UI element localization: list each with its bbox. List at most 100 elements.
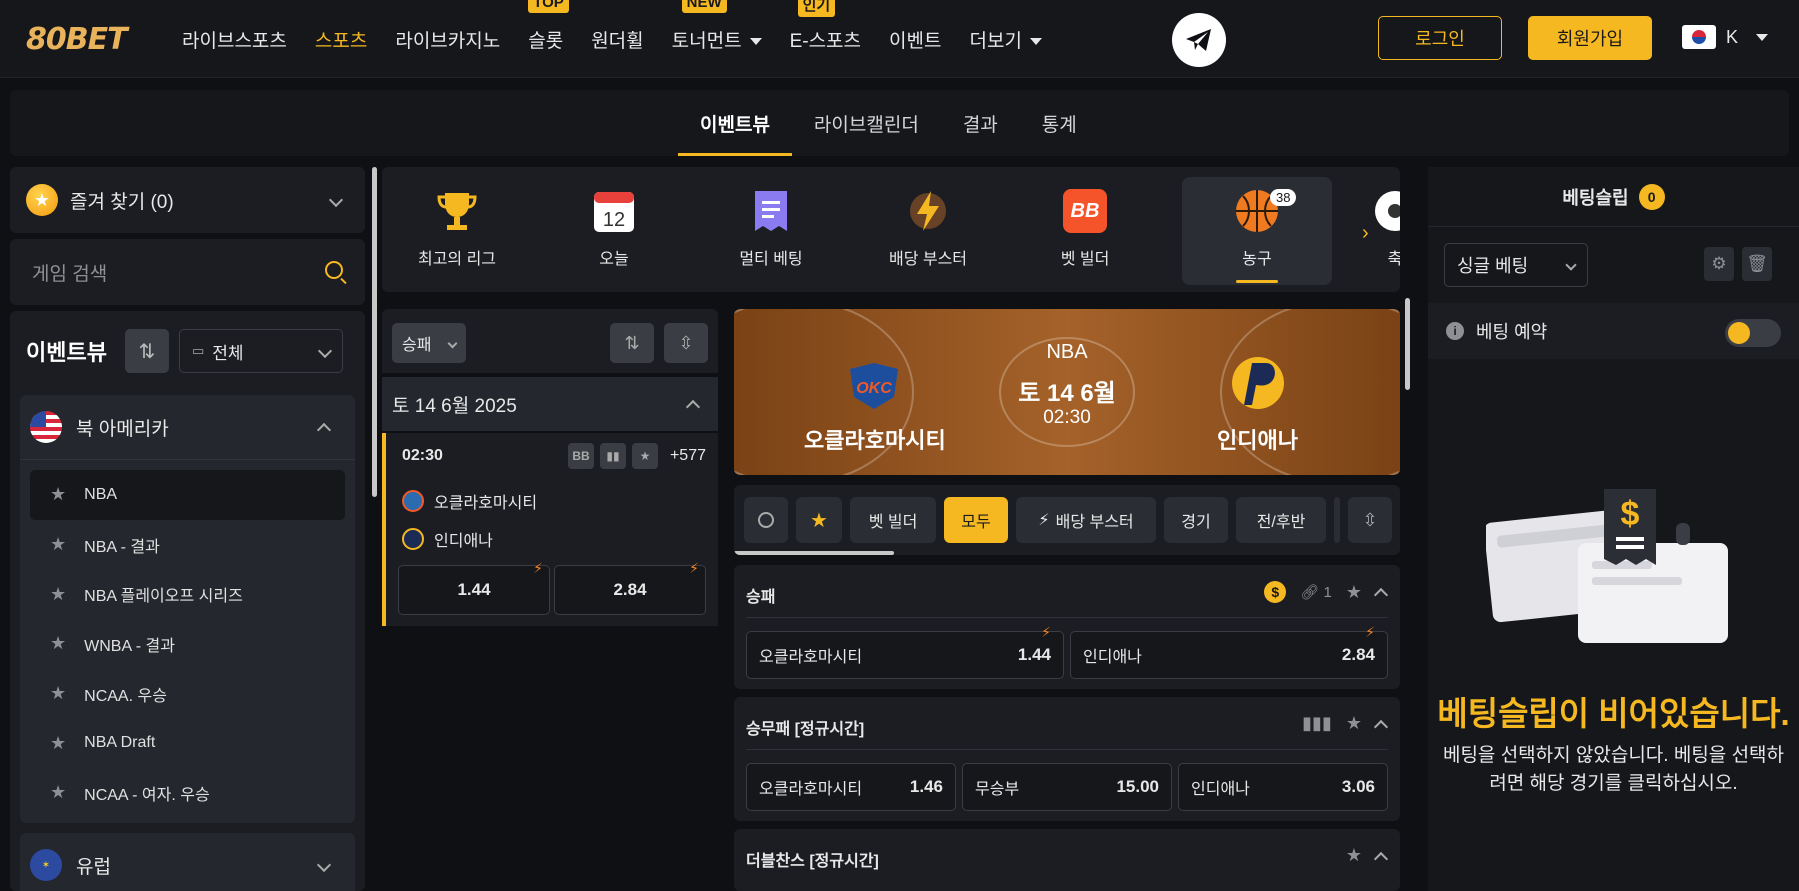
- selection-away[interactable]: 인디애나 2.84 ⚡: [1070, 624, 1388, 679]
- collapse-all-icon[interactable]: ⇳: [1348, 497, 1392, 543]
- sport-basketball[interactable]: 38 농구: [1182, 177, 1332, 285]
- sport-top-leagues[interactable]: 최고의 리그: [382, 177, 532, 285]
- site-logo[interactable]: 80BET: [26, 22, 128, 57]
- stats-icon[interactable]: ▮▮: [600, 443, 626, 469]
- selection-odds: 2.84: [1341, 645, 1375, 664]
- language-selector[interactable]: K: [1682, 25, 1769, 49]
- league-item[interactable]: ★ NBA - 결과: [30, 520, 345, 570]
- date-group-header[interactable]: 토 14 6월 2025: [382, 377, 718, 431]
- game-search-input[interactable]: 게임 검색: [10, 239, 365, 305]
- nav-wonder-wheel[interactable]: 원더휠: [591, 26, 643, 53]
- sidebar-scrollbar[interactable]: [372, 167, 377, 497]
- chevron-up-icon[interactable]: [1373, 719, 1389, 734]
- star-icon[interactable]: ★: [50, 484, 66, 505]
- league-item[interactable]: ★ WNBA - 결과: [30, 619, 345, 669]
- link-icon[interactable]: 🔗︎ 1: [1300, 583, 1332, 601]
- star-icon[interactable]: ★: [50, 683, 66, 704]
- filter-scrollbar[interactable]: [734, 551, 894, 555]
- info-icon[interactable]: i: [1446, 322, 1464, 340]
- star-icon[interactable]: ★: [1346, 713, 1362, 734]
- sport-odds-booster[interactable]: 배당 부스터: [853, 177, 1003, 285]
- gear-icon[interactable]: ⚙: [1704, 247, 1734, 281]
- search-icon[interactable]: [744, 497, 788, 543]
- star-icon[interactable]: ★: [796, 497, 842, 543]
- star-icon[interactable]: ★: [50, 534, 66, 555]
- star-icon[interactable]: ★: [1346, 582, 1362, 603]
- region-header[interactable]: 북 아메리카: [20, 395, 355, 459]
- league-item[interactable]: ★ NCAA. 우승: [30, 669, 345, 719]
- stats-icon[interactable]: ▮▮▮: [1302, 713, 1332, 734]
- chevron-up-icon[interactable]: [1373, 587, 1389, 603]
- chevron-up-icon[interactable]: [1373, 851, 1389, 866]
- login-button[interactable]: 로그인: [1378, 16, 1502, 60]
- bet-builder-icon[interactable]: BB: [568, 443, 594, 469]
- market-type-select[interactable]: 승패: [392, 323, 466, 363]
- content-scrollbar[interactable]: [1405, 298, 1410, 390]
- new-badge: NEW: [681, 0, 727, 13]
- sport-soccer[interactable]: 축: [1342, 177, 1400, 285]
- star-icon[interactable]: ★: [50, 782, 66, 803]
- tab-results[interactable]: 결과: [941, 90, 1020, 156]
- nav-tournament[interactable]: NEW 토너먼트: [672, 0, 762, 53]
- event-view-panel: 이벤트뷰 ⇅ ▭ 전체 북 아메리카 ★ NBA ★ NBA - 결과 ★ NBA 플…: [10, 311, 365, 891]
- selection-home[interactable]: 오클라호마시티 1.46: [746, 763, 956, 811]
- signup-button[interactable]: 회원가입: [1528, 16, 1652, 60]
- boost-icon: ⚡: [1365, 624, 1375, 640]
- more-markets-count[interactable]: +577: [670, 447, 706, 465]
- nav-esports[interactable]: 인기 E-스포츠: [790, 0, 861, 53]
- region-north-america: 북 아메리카 ★ NBA ★ NBA - 결과 ★ NBA 플레이오프 시리즈 ★ WN…: [20, 395, 355, 823]
- nav-live-sports[interactable]: 라이브스포츠: [182, 26, 287, 53]
- star-icon[interactable]: ★: [1346, 845, 1362, 866]
- date-filter-value: 전체: [212, 343, 244, 363]
- cashout-icon: $: [1264, 581, 1287, 603]
- league-label: NBA Draft: [84, 734, 156, 752]
- collapse-all-icon[interactable]: ⇳: [664, 323, 708, 363]
- nav-slots[interactable]: TOP 슬롯: [528, 0, 569, 53]
- odds-home-button[interactable]: 1.44 ⚡: [398, 560, 550, 615]
- nav-events[interactable]: 이벤트: [889, 26, 941, 53]
- star-icon[interactable]: ★: [50, 584, 66, 605]
- filter-all[interactable]: 모두: [944, 497, 1008, 543]
- bet-type-select[interactable]: 싱글 베팅: [1444, 243, 1588, 287]
- league-item[interactable]: ★ NBA: [30, 470, 345, 520]
- odds-away-button[interactable]: 2.84 ⚡: [554, 560, 706, 615]
- star-icon[interactable]: ★: [632, 443, 658, 469]
- bet-reserve-toggle[interactable]: [1725, 319, 1781, 347]
- filter-match[interactable]: 경기: [1164, 497, 1228, 543]
- filter-bet-builder[interactable]: 벳 빌더: [850, 497, 936, 543]
- tab-live-calendar[interactable]: 라이브캘린더: [792, 90, 941, 156]
- sort-icon[interactable]: ⇅: [124, 329, 169, 373]
- selection-away[interactable]: 인디애나 3.06: [1178, 763, 1388, 811]
- region-label: 유럽: [76, 856, 111, 878]
- sport-multi-bet[interactable]: 멀티 베팅: [696, 177, 846, 285]
- tab-event-view[interactable]: 이벤트뷰: [678, 90, 792, 156]
- search-icon[interactable]: [325, 261, 343, 279]
- sport-today[interactable]: 12 오늘: [539, 177, 689, 285]
- filter-half[interactable]: 전/후반: [1236, 497, 1326, 543]
- favorites-toggle[interactable]: ★ 즐겨 찾기 (0): [10, 167, 365, 233]
- league-item[interactable]: ★ NCAA - 여자. 우승: [30, 768, 345, 818]
- filter-odds-booster[interactable]: ⚡ 배당 부스터: [1016, 497, 1156, 543]
- sort-icon[interactable]: ⇅: [610, 323, 654, 363]
- nav-sports[interactable]: 스포츠: [315, 26, 367, 53]
- language-code: K: [1726, 26, 1739, 47]
- match-card[interactable]: 02:30 BB ▮▮ ★ +577 오클라호마시티 인디애나 1.44 ⚡ 2.…: [382, 433, 718, 626]
- betslip-count-badge: 0: [1638, 183, 1665, 210]
- top-badge: TOP: [528, 0, 569, 13]
- tab-statistics[interactable]: 통계: [1020, 90, 1099, 156]
- telegram-icon[interactable]: [1172, 13, 1226, 67]
- event-view-title: 이벤트뷰: [26, 340, 107, 365]
- nav-more[interactable]: 더보기: [969, 26, 1042, 53]
- league-item[interactable]: ★ NBA 플레이오프 시리즈: [30, 569, 345, 619]
- star-icon[interactable]: ★: [50, 633, 66, 654]
- selection-home[interactable]: 오클라호마시티 1.44 ⚡: [746, 624, 1064, 679]
- nav-live-casino[interactable]: 라이브카지노: [395, 26, 500, 53]
- trash-icon[interactable]: 🗑︎: [1742, 247, 1772, 281]
- selection-draw[interactable]: 무승부 15.00: [962, 763, 1172, 811]
- market-moneyline: 승패 $ 🔗︎ 1 ★ 오클라호마시티 1.44 ⚡ 인디애나 2.84 ⚡: [734, 565, 1400, 689]
- region-header[interactable]: ✶ 유럽: [20, 833, 355, 891]
- sport-bet-builder[interactable]: BB 벳 빌더: [1010, 177, 1160, 285]
- league-item[interactable]: ★ NBA Draft: [30, 718, 345, 768]
- star-icon[interactable]: ★: [50, 733, 66, 754]
- date-filter-select[interactable]: ▭ 전체: [178, 329, 343, 373]
